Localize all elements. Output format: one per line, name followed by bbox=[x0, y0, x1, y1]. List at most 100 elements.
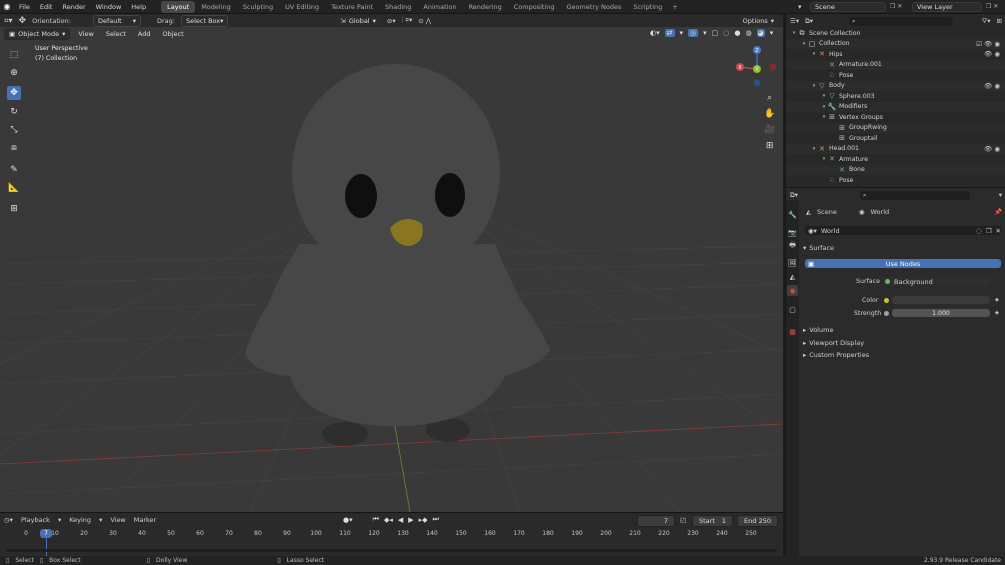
tab-shading[interactable]: Shading bbox=[379, 1, 417, 13]
scene-icon[interactable]: ▾ bbox=[798, 3, 802, 11]
rotate-icon[interactable]: ↻ bbox=[7, 105, 21, 119]
outliner-row[interactable]: ▾ ▢ Collection ☑ 👁 ◉ bbox=[786, 38, 1005, 49]
volume-panel-header[interactable]: ▸ Volume bbox=[803, 326, 833, 334]
menu-help[interactable]: Help bbox=[126, 3, 151, 11]
outliner-row[interactable]: ▾ ✕ Hips 👁 ◉ bbox=[786, 49, 1005, 59]
gizmo-icon[interactable]: ⇄ bbox=[664, 29, 675, 37]
outliner-row[interactable]: ▾ ▽ Sphere.003 bbox=[786, 91, 1005, 101]
pivot-icon[interactable]: ⊘▾ bbox=[387, 17, 396, 25]
wireframe-shading-icon[interactable]: ◌ bbox=[723, 29, 729, 37]
material-shading-icon[interactable]: ◍ bbox=[745, 29, 751, 37]
visibility-toggle-icon[interactable]: ☑ 👁 ◉ bbox=[976, 40, 1000, 48]
properties-editor-icon[interactable]: ⧉▾ bbox=[790, 191, 798, 200]
strength-socket-icon[interactable] bbox=[884, 311, 889, 316]
view-layer-tab-icon[interactable]: 🖼 bbox=[787, 257, 798, 268]
expand-toggle-icon[interactable]: ▾ bbox=[790, 30, 798, 36]
add-workspace-icon[interactable]: + bbox=[668, 3, 681, 11]
3d-viewport[interactable]: ⌗▾ ✥ Orientation: Default ▾ Drag: Select … bbox=[0, 14, 783, 512]
properties-search-input[interactable]: ⌕ bbox=[859, 190, 970, 200]
new-collection-icon[interactable]: ⊞ bbox=[997, 17, 1002, 25]
expand-toggle-icon[interactable]: ▾ bbox=[810, 146, 818, 152]
grid-view-icon[interactable]: ⊞ bbox=[764, 138, 775, 154]
menu-render[interactable]: Render bbox=[57, 3, 90, 11]
world-tab-icon[interactable]: ◉ bbox=[787, 285, 798, 296]
annotate-icon[interactable]: ✎ bbox=[7, 163, 21, 177]
menu-add[interactable]: Add bbox=[134, 29, 155, 39]
surface-panel-header[interactable]: ▾ Surface bbox=[803, 244, 834, 252]
xray-icon[interactable]: ▢ bbox=[712, 29, 719, 37]
display-mode-icon[interactable]: ⧉▾ bbox=[805, 17, 813, 26]
drag-dropdown[interactable]: Select Box ▾ bbox=[180, 14, 229, 27]
cursor-icon[interactable]: ⊕ bbox=[7, 66, 21, 80]
outliner-row[interactable]: ✕ Bone bbox=[786, 164, 1005, 175]
outliner-row[interactable]: ⊞ GroupRwing bbox=[786, 122, 1005, 133]
outliner-search-input[interactable]: ⌕ bbox=[849, 16, 953, 26]
tab-layout[interactable]: Layout bbox=[161, 0, 196, 13]
zoom-icon[interactable]: ⌕ bbox=[764, 90, 775, 106]
camera-view-icon[interactable]: 🎥 bbox=[764, 122, 775, 138]
tab-uv-editing[interactable]: UV Editing bbox=[279, 1, 325, 13]
penguin-mesh[interactable] bbox=[245, 64, 550, 446]
playhead-frame[interactable]: 7 bbox=[40, 529, 52, 538]
keyframe-dot-icon[interactable]: ◆ bbox=[995, 297, 999, 303]
scene-new-icon[interactable]: ❐ ✕ bbox=[890, 3, 902, 10]
scale-icon[interactable]: ⤡ bbox=[7, 123, 21, 137]
tab-texture-paint[interactable]: Texture Paint bbox=[325, 1, 379, 13]
outliner-row[interactable]: ▾ ✕ Head.001 👁 ◉ bbox=[786, 143, 1005, 154]
render-tab-icon[interactable]: 📷 bbox=[787, 227, 798, 238]
custom-properties-panel-header[interactable]: ▸ Custom Properties bbox=[803, 351, 869, 359]
tab-scripting[interactable]: Scripting bbox=[627, 1, 668, 13]
expand-toggle-icon[interactable]: ▾ bbox=[820, 93, 828, 99]
view-layer-selector[interactable]: View Layer bbox=[912, 2, 982, 12]
tab-modeling[interactable]: Modeling bbox=[195, 1, 237, 13]
select-box-icon[interactable]: ⬚ bbox=[7, 48, 21, 62]
collection-tab-icon[interactable]: ▢ bbox=[787, 304, 798, 315]
surface-shader-selector[interactable]: Background bbox=[883, 277, 990, 286]
editor-type-icon[interactable]: ⌗▾ bbox=[4, 16, 13, 26]
expand-toggle-icon[interactable]: ▾ bbox=[810, 83, 818, 89]
rendered-shading-icon[interactable]: ◕ bbox=[756, 29, 765, 37]
outliner-row[interactable]: ♘ Pose bbox=[786, 70, 1005, 80]
overlay-icon[interactable]: ◎ bbox=[688, 29, 699, 37]
outliner-row[interactable]: ▾ ✕ Armature bbox=[786, 154, 1005, 164]
snap-icon[interactable]: ⫶ ⌗▾ bbox=[402, 16, 413, 25]
menu-select[interactable]: Select bbox=[102, 29, 130, 39]
expand-toggle-icon[interactable]: ▾ bbox=[820, 156, 828, 162]
navigation-gizmo[interactable]: Z X Y bbox=[732, 44, 778, 90]
view-layer-new-icon[interactable]: ❐ ✕ bbox=[986, 3, 998, 10]
tab-rendering[interactable]: Rendering bbox=[463, 1, 508, 13]
viewport-display-panel-header[interactable]: ▸ Viewport Display bbox=[803, 339, 864, 347]
add-cube-icon[interactable]: ⊞ bbox=[7, 202, 21, 216]
outliner-editor-icon[interactable]: ☰▾ bbox=[790, 17, 799, 25]
outliner-row[interactable]: ▾ ⊞ Vertex Groups bbox=[786, 112, 1005, 122]
expand-toggle-icon[interactable]: ▾ bbox=[820, 114, 828, 120]
move-icon[interactable]: ✥ bbox=[7, 86, 21, 100]
proportional-edit-icon[interactable]: ⊙ ⋀ bbox=[418, 17, 431, 25]
fake-user-icon[interactable]: ◌ bbox=[976, 227, 982, 235]
tab-animation[interactable]: Animation bbox=[417, 1, 462, 13]
filter-icon[interactable]: ⛛▾ bbox=[982, 17, 991, 26]
chevron-down-icon[interactable]: ▾ bbox=[999, 191, 1002, 199]
expand-toggle-icon[interactable]: ▾ bbox=[810, 51, 818, 57]
menu-window[interactable]: Window bbox=[91, 3, 127, 11]
color-socket-icon[interactable] bbox=[884, 298, 889, 303]
scene-selector[interactable]: Scene bbox=[810, 2, 886, 12]
output-tab-icon[interactable]: 🖶 bbox=[787, 241, 798, 252]
transform-orientation-dropdown[interactable]: ⇲ Global ▾ bbox=[335, 14, 381, 27]
strength-field[interactable]: 1.000 bbox=[892, 309, 990, 317]
outliner-row[interactable]: ▾ ▽ Body 👁 ◉ bbox=[786, 80, 1005, 91]
pin-icon[interactable]: 📌 bbox=[994, 208, 1002, 216]
menu-file[interactable]: File bbox=[14, 3, 35, 11]
visibility-toggle-icon[interactable]: 👁 ◉ bbox=[984, 82, 1000, 90]
world-selector[interactable]: ◉▾ World ◌ ❐ ✕ bbox=[805, 226, 1001, 235]
visibility-toggle-icon[interactable]: 👁 ◉ bbox=[984, 50, 1000, 58]
outliner-row[interactable]: ♘ Pose bbox=[786, 175, 1005, 185]
transform-icon[interactable]: ⧈ bbox=[7, 141, 21, 155]
menu-object[interactable]: Object bbox=[158, 29, 187, 39]
menu-edit[interactable]: Edit bbox=[35, 3, 58, 11]
visibility-icon[interactable]: ◐▾ bbox=[650, 29, 660, 37]
mode-dropdown[interactable]: ▣ Object Mode ▾ bbox=[4, 27, 71, 40]
tool-tab-icon[interactable]: 🔧 bbox=[787, 209, 798, 220]
keyframe-dot-icon[interactable]: ◆ bbox=[995, 310, 999, 316]
use-nodes-button[interactable]: ▣ Use Nodes bbox=[805, 259, 1001, 268]
